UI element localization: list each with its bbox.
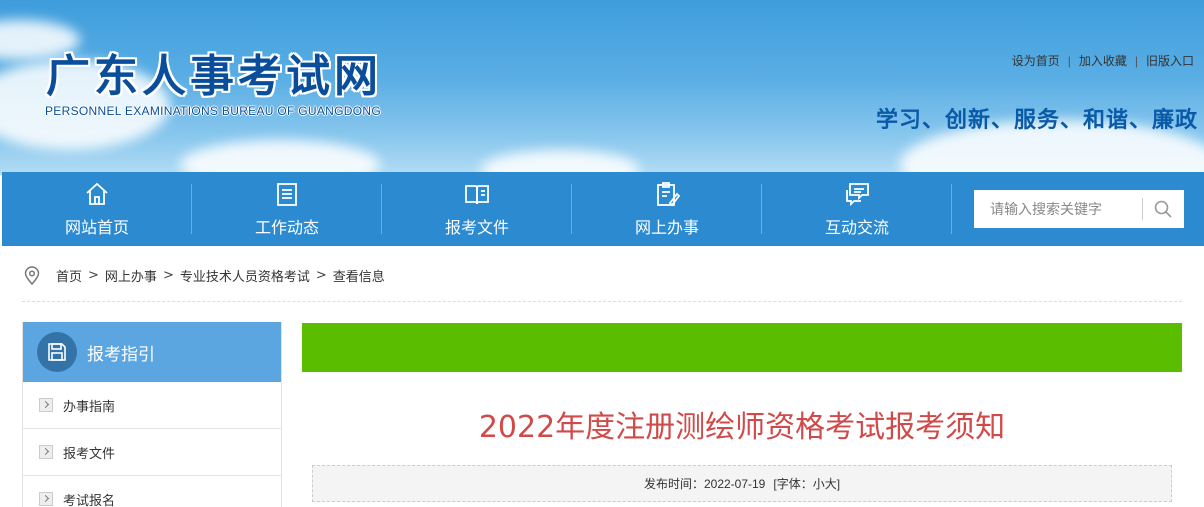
published-label: 发布时间： xyxy=(643,477,704,491)
nav-item-home[interactable]: 网站首页 xyxy=(2,172,192,246)
published-date: 2022-07-19 xyxy=(703,476,766,491)
nav-item-online-services[interactable]: 网上办事 xyxy=(572,172,762,246)
search-icon xyxy=(1154,200,1172,218)
home-icon xyxy=(86,182,108,205)
nav-label: 网上办事 xyxy=(634,218,699,237)
breadcrumb-separator: > xyxy=(162,268,174,283)
sidebar-item-exam-documents[interactable]: 报考文件 xyxy=(23,429,281,476)
site-header: 广东人事考试网 PERSONNEL EXAMINATIONS BUREAU OF… xyxy=(0,0,1204,175)
search-input[interactable] xyxy=(974,190,1142,228)
breadcrumb-current: 查看信息 xyxy=(332,270,385,285)
search-box xyxy=(974,190,1184,228)
cloud-decoration xyxy=(180,140,380,175)
nav-item-exam-documents[interactable]: 报考文件 xyxy=(382,172,572,246)
chevron-right-icon xyxy=(39,492,53,506)
sidebar-item-label: 考试报名 xyxy=(63,493,116,507)
sidebar-item-guide[interactable]: 办事指南 xyxy=(23,382,281,429)
article-meta: 发布时间： 2022-07-19 [字体：小大] xyxy=(312,465,1172,502)
search-button[interactable] xyxy=(1143,190,1183,228)
breadcrumb-home[interactable]: 首页 xyxy=(56,266,82,285)
sidebar-header: 报考指引 xyxy=(23,322,281,382)
sidebar-item-label: 报考文件 xyxy=(63,446,116,462)
main-nav: 网站首页 工作动态 报考文件 网上办事 互动交流 xyxy=(2,172,1204,246)
chevron-right-icon xyxy=(39,398,53,412)
add-favorite-link[interactable]: 加入收藏 xyxy=(1079,54,1127,68)
site-logo-en: PERSONNEL EXAMINATIONS BUREAU OF GUANGDO… xyxy=(45,104,381,118)
nav-item-work-news[interactable]: 工作动态 xyxy=(192,172,382,246)
content-banner-bar xyxy=(302,323,1182,372)
nav-item-interaction[interactable]: 互动交流 xyxy=(762,172,952,246)
top-links: 设为首页 | 加入收藏 | 旧版入口 xyxy=(1012,52,1194,69)
sidebar-item-label: 办事指南 xyxy=(63,399,116,415)
chat-bubbles-icon xyxy=(846,183,869,207)
breadcrumb-professional-exam[interactable]: 专业技术人员资格考试 xyxy=(180,266,310,285)
sidebar-header-icon-circle xyxy=(37,332,77,372)
set-homepage-link[interactable]: 设为首页 xyxy=(1012,54,1060,68)
clipboard-edit-icon xyxy=(657,182,681,207)
breadcrumb-separator: > xyxy=(315,268,327,283)
nav-label: 网站首页 xyxy=(64,218,129,237)
document-list-icon xyxy=(277,183,297,206)
sidebar: 报考指引 办事指南 报考文件 考试报名 xyxy=(22,322,282,507)
sidebar-title: 报考指引 xyxy=(87,344,155,365)
article-title: 2022年度注册测绘师资格考试报考须知 xyxy=(478,410,1006,445)
separator: | xyxy=(1067,54,1071,68)
open-book-icon xyxy=(465,185,489,205)
save-disk-icon xyxy=(48,343,66,361)
nav-label: 报考文件 xyxy=(444,218,509,237)
font-size-switch[interactable]: [字体：小大] xyxy=(773,475,840,492)
breadcrumb-separator: > xyxy=(88,268,99,283)
slogan: 学习、创新、服务、和谐、廉政 xyxy=(875,108,1198,133)
sidebar-item-registration[interactable]: 考试报名 xyxy=(23,476,281,507)
chevron-right-icon xyxy=(39,445,53,459)
nav-label: 工作动态 xyxy=(254,218,319,237)
separator: | xyxy=(1134,54,1138,68)
old-version-link[interactable]: 旧版入口 xyxy=(1146,54,1194,68)
breadcrumb: 首页 > 网上办事 > 专业技术人员资格考试 > 查看信息 xyxy=(22,262,1182,302)
breadcrumb-online-services[interactable]: 网上办事 xyxy=(105,266,157,285)
nav-label: 互动交流 xyxy=(824,218,889,237)
location-pin-icon xyxy=(24,265,40,285)
site-logo-cn[interactable]: 广东人事考试网 xyxy=(46,40,382,104)
